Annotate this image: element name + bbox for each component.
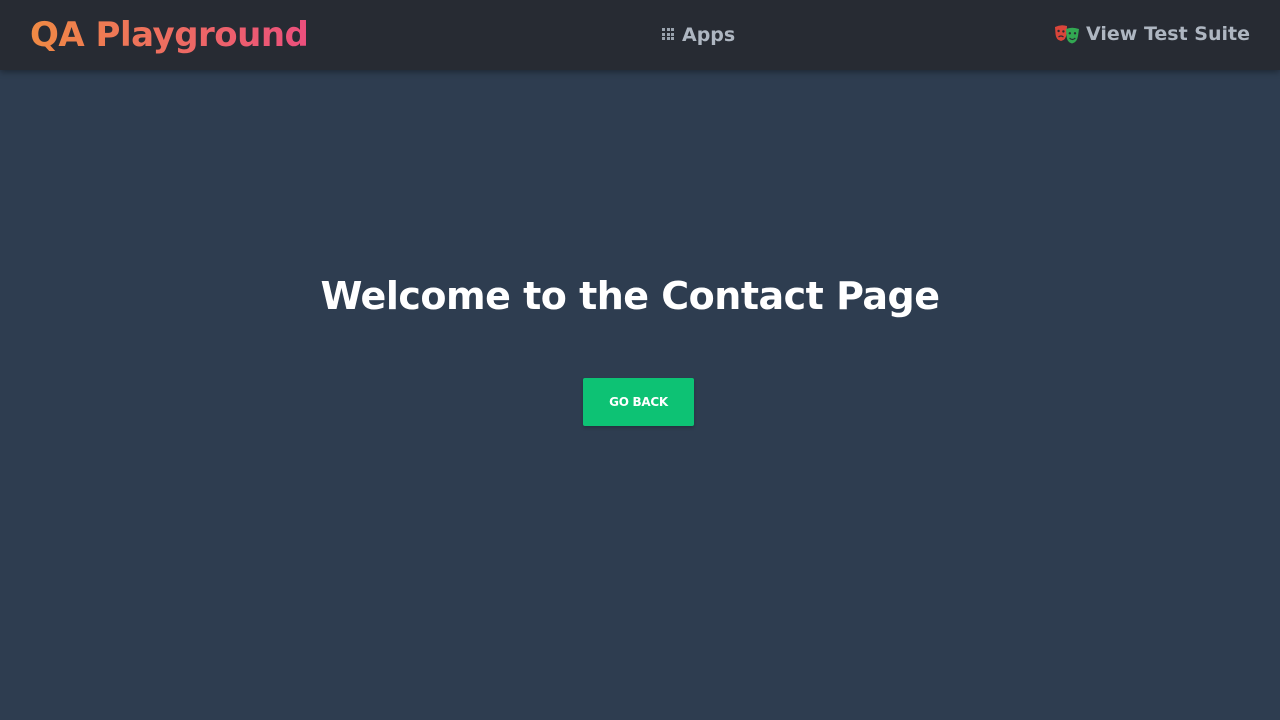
- go-back-button[interactable]: GO BACK: [583, 378, 694, 426]
- nav-apps-link[interactable]: Apps: [662, 22, 735, 48]
- top-navbar: QA Playground Apps View Test Suite: [0, 0, 1280, 70]
- page-heading: Welcome to the Contact Page: [320, 274, 940, 318]
- nav-view-test-suite-label: View Test Suite: [1086, 23, 1250, 45]
- brand-logo-link[interactable]: QA Playground: [30, 13, 309, 57]
- theater-masks-icon: [1055, 25, 1080, 44]
- nav-view-test-suite-link[interactable]: View Test Suite: [1054, 21, 1250, 47]
- grid-icon: [662, 28, 676, 42]
- nav-apps-label: Apps: [682, 24, 736, 46]
